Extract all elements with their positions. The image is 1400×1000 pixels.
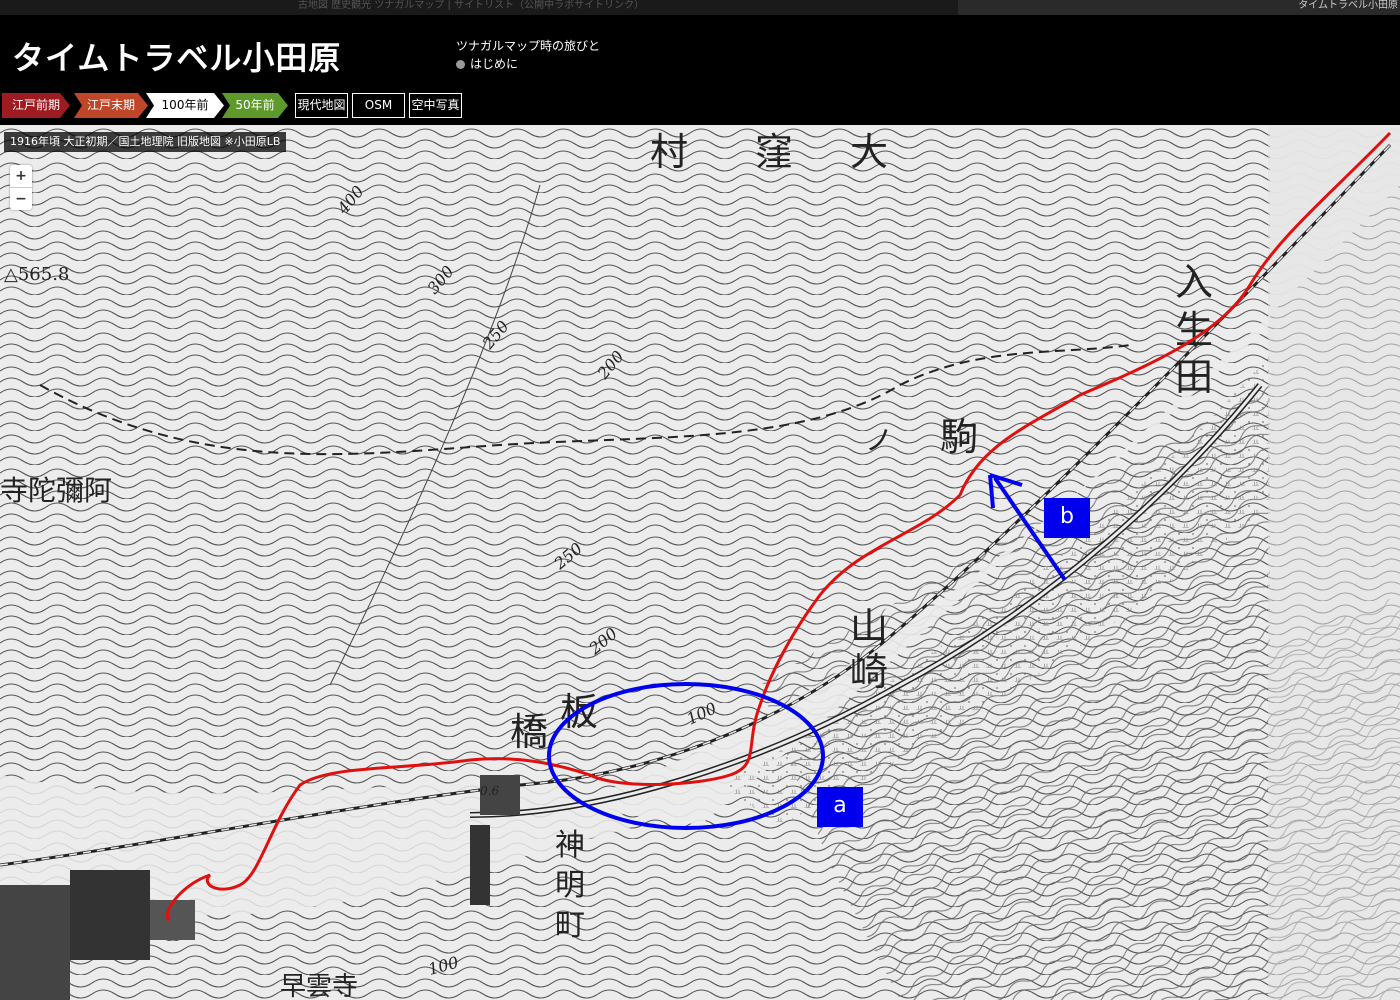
svg-text:明: 明 (555, 868, 585, 903)
svg-text:△565.8: △565.8 (4, 264, 69, 285)
tab-edo-late[interactable]: 江戸末期 (74, 93, 148, 118)
site-subtitle: ツナガルマップ時の旅びと (456, 39, 601, 53)
svg-text:窪: 窪 (755, 130, 793, 174)
aerial-photo-button[interactable]: 空中写真 (409, 93, 462, 118)
intro-link[interactable]: はじめに (456, 55, 518, 72)
secondary-tab[interactable]: タイムトラベル小田原 (958, 0, 1400, 15)
svg-text:0.6: 0.6 (480, 784, 499, 798)
svg-text:ノ: ノ (865, 424, 893, 457)
tab-edo-early[interactable]: 江戸前期 (2, 93, 70, 118)
tab-50-years-ago[interactable]: 50年前 (222, 93, 288, 118)
annotation-label-b: b (1044, 498, 1090, 538)
browser-top-strip: 古地図 歴史観光 ツナガルマップ | サイトリスト（公開中ラボサイトリンク） タ… (0, 0, 1400, 15)
map-view[interactable]: ㅛ 村窪大 駒ノ 入生田 山崎 橋板 神明町 寺陀彌阿 (0, 125, 1400, 1000)
zoom-out-button[interactable]: − (10, 188, 32, 210)
svg-text:村: 村 (650, 130, 688, 174)
intro-link-label: はじめに (470, 57, 519, 71)
svg-text:橋: 橋 (510, 710, 548, 754)
site-list-text[interactable]: 古地図 歴史観光 ツナガルマップ | サイトリスト（公開中ラボサイトリンク） (298, 0, 644, 12)
historic-map-canvas[interactable]: ㅛ 村窪大 駒ノ 入生田 山崎 橋板 神明町 寺陀彌阿 (0, 125, 1400, 1000)
annotation-label-a: a (817, 787, 863, 827)
bullet-icon (456, 60, 465, 69)
svg-text:寺陀彌阿: 寺陀彌阿 (0, 474, 112, 507)
svg-text:町: 町 (555, 908, 585, 943)
secondary-tab-label: タイムトラベル小田原 (1298, 0, 1398, 11)
site-header: タイムトラベル小田原 ツナガルマップ時の旅びと はじめに 江戸前期 江戸末期 1… (0, 15, 1400, 125)
osm-button[interactable]: OSM (352, 93, 405, 118)
svg-text:崎: 崎 (850, 650, 888, 694)
svg-text:山: 山 (850, 605, 888, 649)
zoom-in-button[interactable]: + (10, 165, 32, 188)
zoom-control: + − (10, 165, 32, 210)
svg-text:田: 田 (1175, 355, 1213, 399)
page-title: タイムトラベル小田原 (12, 39, 342, 77)
svg-text:神: 神 (555, 828, 585, 863)
tile-seam (1268, 125, 1400, 1000)
svg-text:早雲寺: 早雲寺 (280, 972, 358, 1000)
tab-100-years-ago[interactable]: 100年前 (146, 93, 224, 118)
svg-text:駒: 駒 (940, 415, 978, 459)
svg-text:大: 大 (850, 130, 888, 174)
svg-text:入: 入 (1175, 260, 1213, 304)
map-caption: 1916年頃 大正初期／国土地理院 旧版地図 ※小田原LB (4, 132, 287, 152)
modern-map-button[interactable]: 現代地図 (295, 93, 348, 118)
